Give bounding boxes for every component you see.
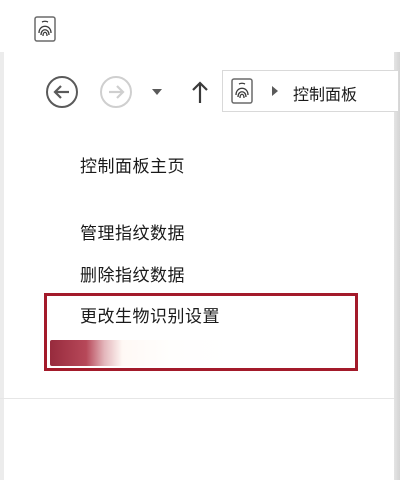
back-arrow-icon [53, 85, 69, 99]
back-button[interactable] [46, 76, 78, 108]
manage-fingerprint-link[interactable]: 管理指纹数据 [80, 219, 185, 244]
delete-fingerprint-link[interactable]: 删除指纹数据 [80, 261, 185, 286]
forward-button[interactable] [100, 76, 132, 108]
up-arrow-icon[interactable] [188, 78, 212, 106]
redacted-smear [50, 340, 352, 366]
address-location[interactable]: 控制面板 [293, 81, 357, 105]
chevron-right-icon[interactable] [271, 86, 279, 96]
control-panel-home-link[interactable]: 控制面板主页 [80, 152, 185, 177]
forward-arrow-icon [109, 85, 125, 99]
divider [0, 398, 394, 399]
title-bar [0, 0, 400, 52]
navigation-bar: 控制面板 [0, 62, 398, 120]
chevron-down-icon[interactable] [150, 86, 164, 98]
fingerprint-icon [231, 78, 253, 104]
address-bar[interactable]: 控制面板 [222, 70, 398, 112]
control-panel-window: 控制面板 控制面板主页 管理指纹数据 删除指纹数据 更改生物识别设置 [0, 0, 400, 480]
fingerprint-icon [34, 16, 56, 42]
